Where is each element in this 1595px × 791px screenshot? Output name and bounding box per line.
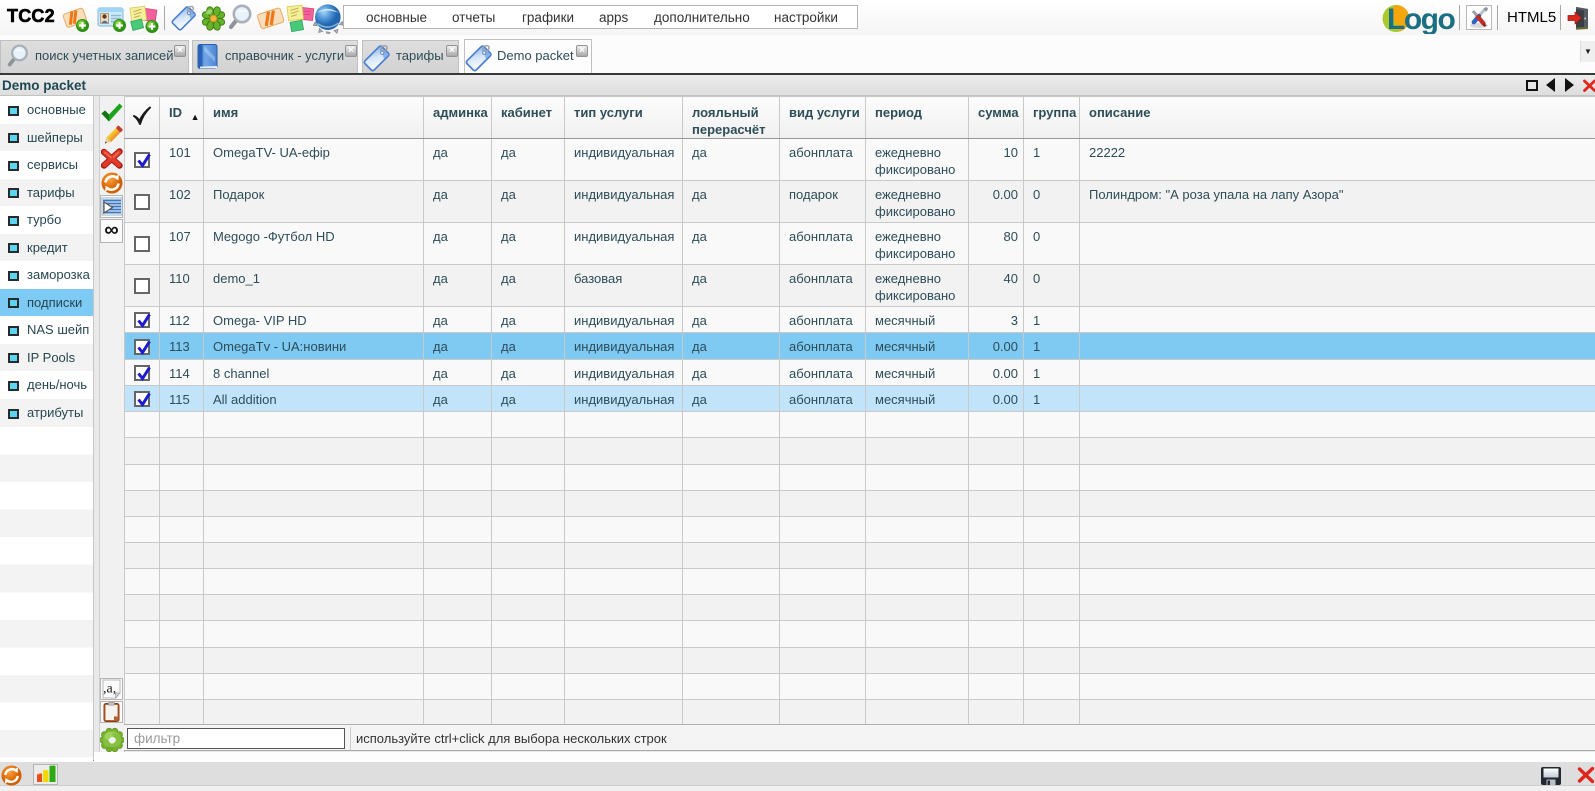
svg-text:Logo: Logo <box>1387 3 1455 34</box>
svg-text:,a,: ,a, <box>103 682 116 697</box>
